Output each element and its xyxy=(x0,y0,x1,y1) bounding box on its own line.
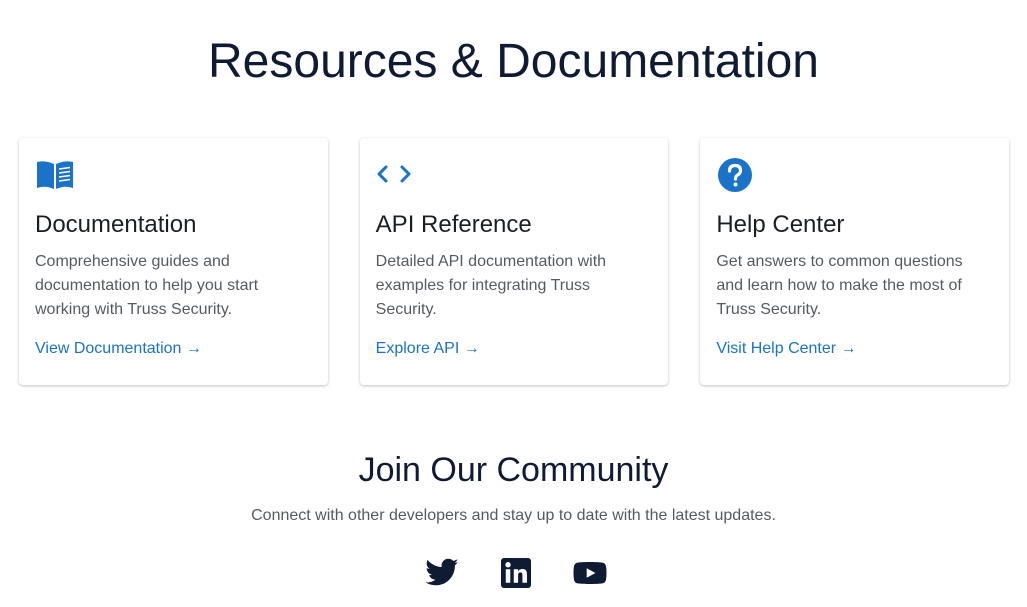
help-circle-icon xyxy=(716,158,756,192)
linkedin-icon[interactable] xyxy=(498,555,534,591)
community-subtitle: Connect with other developers and stay u… xyxy=(251,507,776,524)
book-icon xyxy=(35,158,75,192)
resources-page: Resources & Documentation Documentation … xyxy=(0,0,1027,607)
card-title: Documentation xyxy=(35,211,197,238)
card-api-reference: API Reference Detailed API documentation… xyxy=(359,138,669,385)
card-documentation: Documentation Comprehensive guides and d… xyxy=(19,138,328,385)
explore-api-link[interactable]: Explore API → xyxy=(376,339,480,359)
view-documentation-link[interactable]: View Documentation → xyxy=(35,339,202,359)
card-help-center: Help Center Get answers to common questi… xyxy=(700,138,1010,385)
community-title: Join Our Community xyxy=(358,451,669,489)
card-title: Help Center xyxy=(716,211,845,238)
page-title: Resources & Documentation xyxy=(208,35,819,88)
card-description: Comprehensive guides and documentation t… xyxy=(35,253,259,318)
resource-cards: Documentation Comprehensive guides and d… xyxy=(19,138,1010,385)
twitter-icon[interactable] xyxy=(424,555,460,591)
visit-help-center-link[interactable]: Visit Help Center → xyxy=(716,339,856,359)
youtube-icon[interactable] xyxy=(572,555,608,591)
card-description: Get answers to common questions and lear… xyxy=(716,253,963,318)
card-title: API Reference xyxy=(375,211,532,238)
card-description: Detailed API documentation with examples… xyxy=(375,253,607,318)
code-icon xyxy=(376,158,416,192)
social-links xyxy=(424,555,608,591)
